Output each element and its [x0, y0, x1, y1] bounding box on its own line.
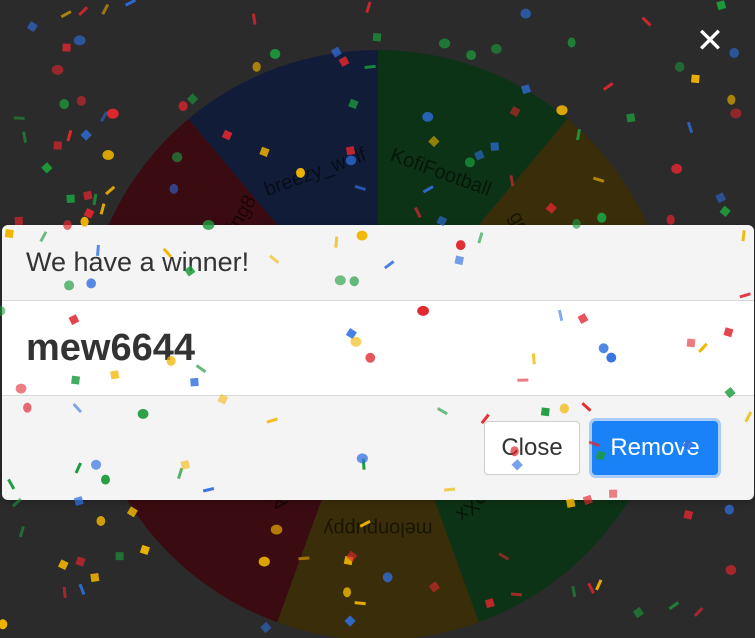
- modal-title: We have a winner!: [26, 247, 250, 277]
- wheel-entry-label: melonpuppy: [324, 518, 433, 540]
- modal-footer: Close Remove: [2, 396, 754, 500]
- winner-name: mew6644: [26, 326, 196, 369]
- close-icon[interactable]: ✕: [695, 24, 725, 58]
- modal-header: We have a winner!: [2, 225, 754, 301]
- close-button[interactable]: Close: [484, 421, 580, 475]
- remove-button[interactable]: Remove: [592, 421, 718, 475]
- winner-modal: We have a winner! mew6644 Close Remove: [2, 225, 754, 500]
- modal-body: mew6644: [2, 301, 754, 396]
